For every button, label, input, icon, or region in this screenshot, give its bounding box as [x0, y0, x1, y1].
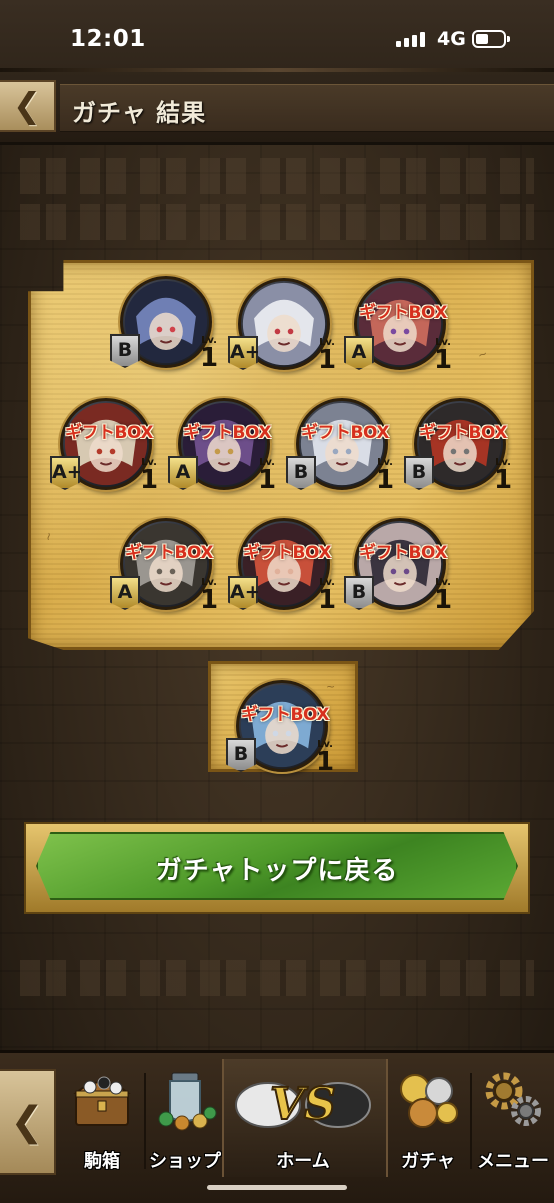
page-title: ガチャ 結果	[72, 99, 207, 127]
nav-label: メニュー	[477, 1151, 549, 1172]
gift-box-overlay: ギフトBOX	[359, 543, 447, 563]
level-value: 1	[493, 465, 513, 495]
gacha-coins-icon	[400, 1074, 458, 1128]
level-badge: Lv. 1	[316, 338, 338, 375]
gacha-top-button-label: ガチャトップに戻る	[155, 855, 399, 886]
level-value: 1	[375, 465, 395, 495]
nav-item-shop[interactable]: ショップ	[146, 1065, 224, 1177]
nav-label: 駒箱	[84, 1151, 120, 1172]
level-value: 1	[317, 345, 337, 375]
level-value: 1	[317, 585, 337, 615]
nav-item-komabako[interactable]: 駒箱	[62, 1065, 142, 1177]
home-indicator	[207, 1185, 347, 1190]
level-badge: Lv. 1	[432, 578, 454, 615]
top-bar: 12:01 4G ❮ ガチャ 結果	[0, 0, 554, 145]
level-badge: Lv. 1	[492, 458, 514, 495]
nav-item-menu[interactable]: メニュー	[472, 1065, 554, 1177]
gift-box-overlay: ギフトBOX	[243, 543, 331, 563]
back-button[interactable]: ❮	[0, 80, 56, 132]
status-time: 12:01	[70, 26, 146, 52]
level-badge: Lv. 1	[374, 458, 396, 495]
level-value: 1	[199, 343, 219, 373]
svg-text:VS: VS	[270, 1079, 336, 1130]
level-value: 1	[315, 747, 335, 777]
nav-label: ホーム	[276, 1151, 330, 1172]
carved-decoration	[20, 158, 534, 194]
carved-decoration	[20, 960, 534, 996]
level-value: 1	[257, 465, 277, 495]
level-badge: Lv. 1	[256, 458, 278, 495]
level-badge: Lv. 1	[138, 458, 160, 495]
result-card[interactable]: ギフトBOX B Lv. 1	[404, 384, 522, 502]
nav-label: ショップ	[149, 1151, 221, 1172]
vs-home-icon: VS	[235, 1078, 371, 1131]
result-card[interactable]: ギフトBOX A Lv. 1	[168, 384, 286, 502]
level-badge: Lv. 1	[198, 336, 220, 373]
battery-icon	[472, 30, 510, 48]
title-plate: ガチャ 結果	[60, 84, 554, 132]
level-value: 1	[433, 345, 453, 375]
result-card[interactable]: ギフトBOX A+ Lv. 1	[228, 504, 346, 622]
gift-box-overlay: ギフトBOX	[301, 423, 389, 443]
nav-item-gacha[interactable]: ガチャ	[388, 1065, 468, 1177]
result-card[interactable]: ギフトBOX B Lv. 1	[286, 384, 404, 502]
gift-box-overlay: ギフトBOX	[183, 423, 271, 443]
nav-label: ガチャ	[401, 1151, 455, 1172]
result-card[interactable]: ギフトBOX A+ Lv. 1	[50, 384, 168, 502]
gift-box-overlay: ギフトBOX	[241, 705, 329, 725]
bottom-nav: ❮ 駒箱 ショップ VS ホーム ガチャ メニュー	[0, 1050, 554, 1203]
result-card[interactable]: ギフトBOX B Lv. 1	[226, 666, 344, 784]
nav-item-home[interactable]: VS ホーム	[222, 1065, 384, 1177]
level-value: 1	[433, 585, 453, 615]
chevron-left-icon: ❮	[10, 1099, 44, 1145]
result-card[interactable]: A+ Lv. 1	[228, 264, 346, 382]
gift-box-overlay: ギフトBOX	[125, 543, 213, 563]
level-badge: Lv. 1	[198, 578, 220, 615]
result-card[interactable]: ギフトBOX B Lv. 1	[344, 504, 462, 622]
level-badge: Lv. 1	[432, 338, 454, 375]
gift-box-overlay: ギフトBOX	[419, 423, 507, 443]
level-badge: Lv. 1	[314, 740, 336, 777]
result-card[interactable]: ギフトBOX A Lv. 1	[110, 504, 228, 622]
carved-decoration	[20, 204, 534, 240]
level-badge: Lv. 1	[316, 578, 338, 615]
gacha-top-button[interactable]: ガチャトップに戻る	[24, 822, 530, 914]
cell-signal-icon	[396, 32, 425, 47]
nav-back-button[interactable]: ❮	[0, 1069, 56, 1175]
chevron-left-icon: ❮	[12, 86, 42, 126]
signature-scribble: ~	[41, 530, 56, 543]
level-value: 1	[199, 585, 219, 615]
gift-box-overlay: ギフトBOX	[65, 423, 153, 443]
result-card[interactable]: ギフトBOX A Lv. 1	[344, 264, 462, 382]
gears-icon	[485, 1072, 541, 1126]
level-value: 1	[139, 465, 159, 495]
shop-jar-icon	[158, 1072, 217, 1131]
gift-box-overlay: ギフトBOX	[359, 303, 447, 323]
network-type: 4G	[437, 28, 466, 50]
treasure-chest-icon	[73, 1076, 131, 1126]
result-card[interactable]: B Lv. 1	[110, 262, 228, 380]
